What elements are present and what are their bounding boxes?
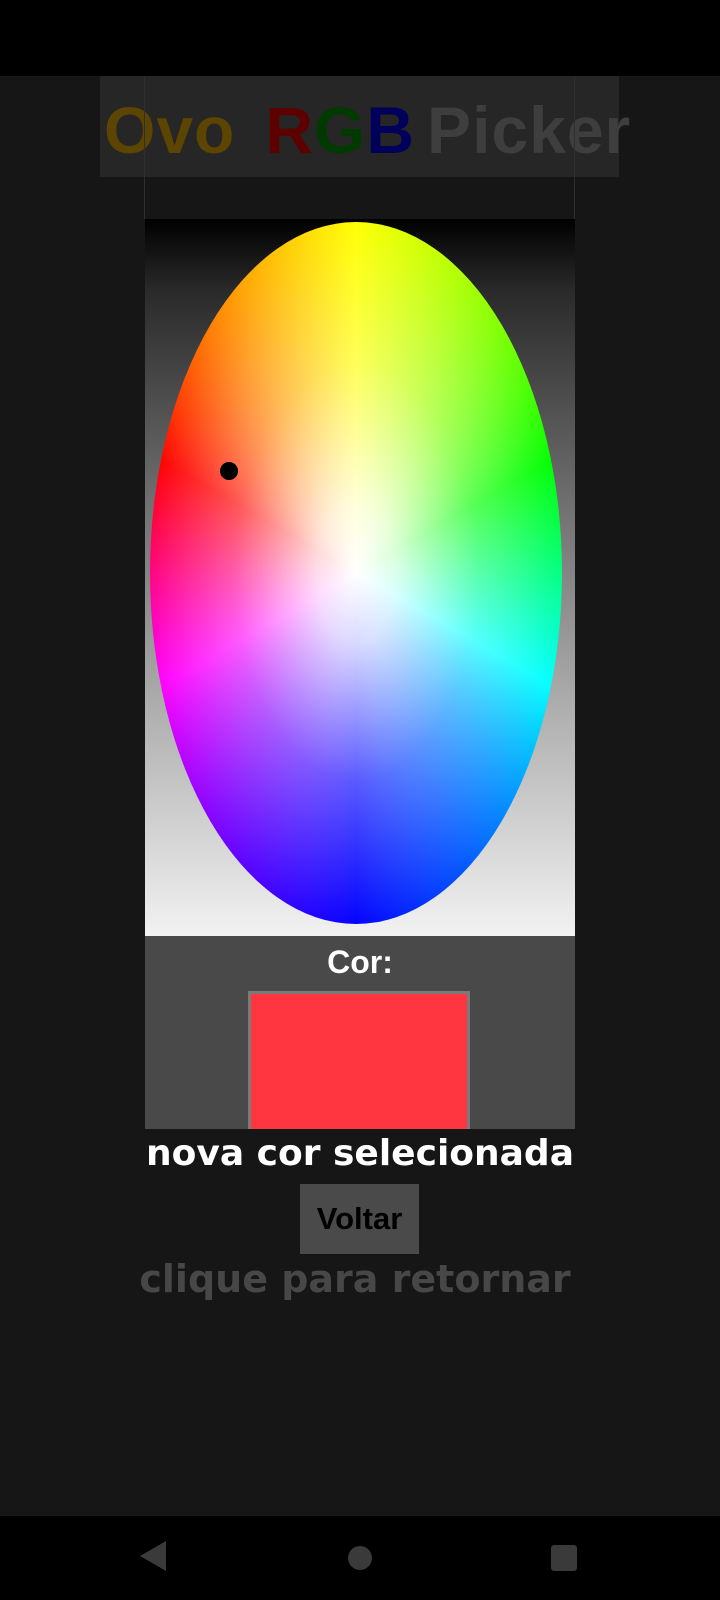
right-guide-line: [574, 76, 575, 219]
title-picker: Picker: [427, 93, 632, 167]
picker-marker[interactable]: [220, 462, 238, 480]
recents-icon[interactable]: [551, 1545, 577, 1571]
toast-message: nova cor selecionada: [145, 1133, 574, 1174]
color-picker-area[interactable]: [145, 219, 575, 936]
selected-color-panel: Cor:: [145, 936, 575, 1129]
color-wheel-saturation-overlay: [150, 222, 562, 924]
back-button[interactable]: Voltar: [300, 1184, 419, 1254]
color-label: Cor:: [327, 944, 393, 980]
title-b: B: [366, 93, 416, 167]
title-ovo: Ovo: [104, 93, 236, 167]
left-guide-line: [144, 76, 145, 219]
title-r: R: [265, 93, 315, 167]
return-hint: clique para retornar: [139, 1257, 571, 1301]
color-swatch: [248, 991, 470, 1129]
home-icon[interactable]: [348, 1546, 372, 1570]
status-bar: [0, 0, 720, 76]
app-title: Ovo R G B Picker: [104, 92, 631, 168]
title-g: G: [314, 93, 367, 167]
back-icon[interactable]: [140, 1541, 166, 1571]
